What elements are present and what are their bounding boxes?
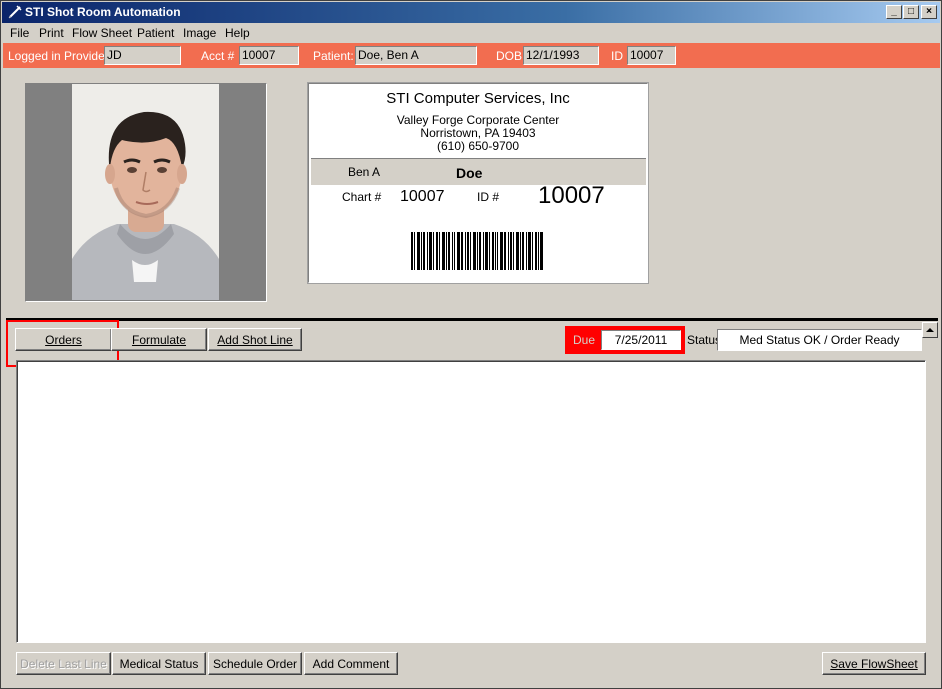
card-last-name: Doe bbox=[456, 165, 483, 181]
schedule-order-button[interactable]: Schedule Order bbox=[208, 652, 302, 675]
delete-last-line-button[interactable]: Delete Last Line bbox=[16, 652, 111, 675]
menu-file[interactable]: File bbox=[10, 26, 29, 40]
card-name-bar: Ben A Doe bbox=[311, 158, 646, 185]
card-company-name: STI Computer Services, Inc bbox=[386, 90, 570, 107]
card-id-label: ID # bbox=[477, 190, 500, 204]
menu-image[interactable]: Image bbox=[183, 26, 216, 40]
id-label: ID bbox=[611, 49, 623, 63]
menu-patient[interactable]: Patient bbox=[137, 26, 174, 40]
app-window: STI Shot Room Automation _ □ × File Prin… bbox=[0, 0, 942, 689]
minimize-button[interactable]: _ bbox=[886, 5, 902, 19]
card-id-number: 10007 bbox=[538, 182, 605, 209]
due-highlight-box: Due 7/25/2011 bbox=[565, 326, 685, 354]
dob-label: DOB bbox=[496, 49, 523, 63]
add-comment-button[interactable]: Add Comment bbox=[304, 652, 398, 675]
provider-label: Logged in Provider: bbox=[8, 49, 113, 63]
card-first-name: Ben A bbox=[348, 165, 381, 179]
provider-field[interactable]: JD bbox=[104, 46, 181, 65]
up-arrow-icon bbox=[926, 328, 934, 332]
patient-id-card: STI Computer Services, Inc Valley Forge … bbox=[308, 83, 648, 283]
patient-field[interactable]: Doe, Ben A bbox=[355, 46, 477, 65]
acct-field[interactable]: 10007 bbox=[239, 46, 299, 65]
due-label: Due bbox=[573, 333, 596, 347]
dob-field[interactable]: 12/1/1993 bbox=[523, 46, 599, 65]
patient-label: Patient: bbox=[313, 49, 354, 63]
window-title: STI Shot Room Automation bbox=[25, 5, 181, 19]
card-chart-label: Chart # bbox=[342, 190, 382, 204]
title-bar[interactable]: STI Shot Room Automation _ □ × bbox=[2, 2, 940, 23]
patient-info-bar: Logged in Provider: JD Acct # 10007 Pati… bbox=[3, 43, 940, 68]
orders-button[interactable]: Orders bbox=[15, 328, 112, 351]
card-address-line-2: Norristown, PA 19403 bbox=[420, 126, 536, 140]
orders-list-panel[interactable] bbox=[16, 360, 926, 643]
section-divider bbox=[6, 318, 938, 321]
menu-flow-sheet[interactable]: Flow Sheet bbox=[72, 26, 132, 40]
acct-label: Acct # bbox=[201, 49, 235, 63]
patient-photo[interactable] bbox=[72, 84, 219, 300]
menu-bar: File Print Flow Sheet Patient Image Help bbox=[2, 23, 940, 43]
medical-status-button[interactable]: Medical Status bbox=[112, 652, 206, 675]
maximize-button[interactable]: □ bbox=[903, 5, 919, 19]
scroll-up-button[interactable] bbox=[922, 322, 938, 338]
save-flowsheet-button[interactable]: Save FlowSheet bbox=[822, 652, 926, 675]
card-chart-number: 10007 bbox=[400, 188, 445, 205]
close-button[interactable]: × bbox=[921, 5, 937, 19]
id-field[interactable]: 10007 bbox=[627, 46, 676, 65]
barcode-icon bbox=[411, 232, 543, 270]
formulate-button[interactable]: Formulate bbox=[111, 328, 207, 351]
patient-photo-frame bbox=[25, 83, 267, 302]
menu-print[interactable]: Print bbox=[39, 26, 64, 40]
syringe-icon bbox=[8, 5, 22, 19]
due-date-field[interactable]: 7/25/2011 bbox=[601, 330, 681, 350]
patient-photo-illustration bbox=[72, 84, 219, 300]
card-phone: (610) 650-9700 bbox=[436, 139, 520, 153]
menu-help[interactable]: Help bbox=[225, 26, 250, 40]
status-field[interactable]: Med Status OK / Order Ready bbox=[717, 329, 922, 351]
card-address-line-1: Valley Forge Corporate Center bbox=[396, 113, 560, 127]
status-label: Status bbox=[687, 333, 722, 347]
add-shot-line-button[interactable]: Add Shot Line bbox=[208, 328, 302, 351]
